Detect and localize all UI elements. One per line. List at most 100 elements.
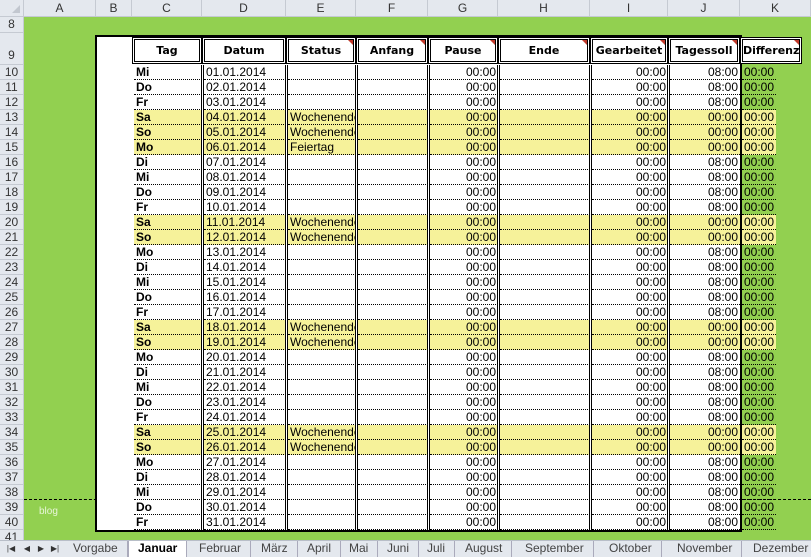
- cell-gearbeitet[interactable]: 00:00: [592, 500, 668, 515]
- cell-pause[interactable]: 00:00: [430, 200, 498, 215]
- cell-status[interactable]: [288, 455, 356, 470]
- table-header-anfang[interactable]: Anfang: [356, 37, 428, 64]
- row-header-8[interactable]: 8: [0, 17, 24, 33]
- cell-pause[interactable]: 00:00: [430, 410, 498, 425]
- cell-ende[interactable]: [500, 65, 590, 80]
- cell-tagessoll[interactable]: 00:00: [670, 140, 740, 155]
- cell-tag[interactable]: Mo: [134, 245, 202, 260]
- cell-datum[interactable]: 29.01.2014: [204, 485, 286, 500]
- cell-ende[interactable]: [500, 470, 590, 485]
- cell-ende[interactable]: [500, 215, 590, 230]
- row-header-20[interactable]: 20: [0, 215, 24, 230]
- cell-status[interactable]: [288, 245, 356, 260]
- cell-differenz[interactable]: 00:00: [742, 110, 777, 125]
- row-header-31[interactable]: 31: [0, 380, 24, 395]
- cell-pause[interactable]: 00:00: [430, 185, 498, 200]
- cell-tagessoll[interactable]: 00:00: [670, 215, 740, 230]
- column-header-a[interactable]: A: [24, 0, 96, 17]
- cell-status[interactable]: [288, 500, 356, 515]
- cell-gearbeitet[interactable]: 00:00: [592, 320, 668, 335]
- row-header-27[interactable]: 27: [0, 320, 24, 335]
- cell-differenz[interactable]: 00:00: [742, 275, 777, 290]
- cell-gearbeitet[interactable]: 00:00: [592, 305, 668, 320]
- cell-anfang[interactable]: [358, 380, 428, 395]
- cell-ende[interactable]: [500, 380, 590, 395]
- cell-differenz[interactable]: 00:00: [742, 485, 777, 500]
- cell-tagessoll[interactable]: 08:00: [670, 485, 740, 500]
- cell-gearbeitet[interactable]: 00:00: [592, 95, 668, 110]
- row-header-21[interactable]: 21: [0, 230, 24, 245]
- cell-anfang[interactable]: [358, 410, 428, 425]
- cell-datum[interactable]: 23.01.2014: [204, 395, 286, 410]
- cell-pause[interactable]: 00:00: [430, 65, 498, 80]
- cell-ende[interactable]: [500, 305, 590, 320]
- cell-ende[interactable]: [500, 455, 590, 470]
- row-header-38[interactable]: 38: [0, 485, 24, 500]
- cell-pause[interactable]: 00:00: [430, 380, 498, 395]
- cell-pause[interactable]: 00:00: [430, 95, 498, 110]
- table-header-tag[interactable]: Tag: [132, 37, 202, 64]
- sheet-tab-november[interactable]: November: [668, 541, 743, 557]
- cell-ende[interactable]: [500, 515, 590, 530]
- cell-ende[interactable]: [500, 485, 590, 500]
- cell-tagessoll[interactable]: 00:00: [670, 230, 740, 245]
- cell-differenz[interactable]: 00:00: [742, 380, 777, 395]
- cell-ende[interactable]: [500, 155, 590, 170]
- cell-gearbeitet[interactable]: 00:00: [592, 80, 668, 95]
- cell-datum[interactable]: 18.01.2014: [204, 320, 286, 335]
- cell-tag[interactable]: Fr: [134, 95, 202, 110]
- cell-status[interactable]: [288, 470, 356, 485]
- cell-ende[interactable]: [500, 425, 590, 440]
- row-header-30[interactable]: 30: [0, 365, 24, 380]
- cell-tag[interactable]: So: [134, 335, 202, 350]
- cell-tagessoll[interactable]: 08:00: [670, 275, 740, 290]
- cell-pause[interactable]: 00:00: [430, 500, 498, 515]
- cell-tag[interactable]: Di: [134, 155, 202, 170]
- next-sheet-icon[interactable]: ▶: [34, 542, 48, 556]
- cell-anfang[interactable]: [358, 455, 428, 470]
- cell-anfang[interactable]: [358, 365, 428, 380]
- cell-datum[interactable]: 16.01.2014: [204, 290, 286, 305]
- row-header-15[interactable]: 15: [0, 140, 24, 155]
- cell-anfang[interactable]: [358, 110, 428, 125]
- cell-differenz[interactable]: 00:00: [742, 440, 777, 455]
- cell-tagessoll[interactable]: 00:00: [670, 125, 740, 140]
- cell-datum[interactable]: 30.01.2014: [204, 500, 286, 515]
- row-header-23[interactable]: 23: [0, 260, 24, 275]
- cell-tag[interactable]: Fr: [134, 410, 202, 425]
- cell-ende[interactable]: [500, 110, 590, 125]
- row-header-18[interactable]: 18: [0, 185, 24, 200]
- sheet-tab-vorgabe[interactable]: Vorgabe: [64, 541, 128, 557]
- cell-pause[interactable]: 00:00: [430, 140, 498, 155]
- column-header-e[interactable]: E: [286, 0, 356, 17]
- cell-anfang[interactable]: [358, 440, 428, 455]
- cell-gearbeitet[interactable]: 00:00: [592, 155, 668, 170]
- cell-gearbeitet[interactable]: 00:00: [592, 365, 668, 380]
- row-header-29[interactable]: 29: [0, 350, 24, 365]
- cell-gearbeitet[interactable]: 00:00: [592, 380, 668, 395]
- cell-datum[interactable]: 22.01.2014: [204, 380, 286, 395]
- cell-ende[interactable]: [500, 410, 590, 425]
- cell-differenz[interactable]: 00:00: [742, 155, 777, 170]
- cell-status[interactable]: [288, 170, 356, 185]
- cell-tagessoll[interactable]: 08:00: [670, 260, 740, 275]
- row-header-32[interactable]: 32: [0, 395, 24, 410]
- cell-anfang[interactable]: [358, 500, 428, 515]
- cell-differenz[interactable]: 00:00: [742, 65, 777, 80]
- cell-datum[interactable]: 19.01.2014: [204, 335, 286, 350]
- row-header-35[interactable]: 35: [0, 440, 24, 455]
- cell-gearbeitet[interactable]: 00:00: [592, 65, 668, 80]
- comment-indicator-icon[interactable]: [794, 40, 800, 45]
- column-header-c[interactable]: C: [132, 0, 202, 17]
- cell-datum[interactable]: 27.01.2014: [204, 455, 286, 470]
- cell-pause[interactable]: 00:00: [430, 170, 498, 185]
- row-header-41[interactable]: 41: [0, 530, 24, 540]
- cell-ende[interactable]: [500, 365, 590, 380]
- cell-ende[interactable]: [500, 440, 590, 455]
- cell-tagessoll[interactable]: 08:00: [670, 155, 740, 170]
- cell-status[interactable]: Wochenende: [288, 440, 356, 455]
- cell-anfang[interactable]: [358, 515, 428, 530]
- cell-datum[interactable]: 25.01.2014: [204, 425, 286, 440]
- cell-differenz[interactable]: 00:00: [742, 80, 777, 95]
- cell-tagessoll[interactable]: 08:00: [670, 500, 740, 515]
